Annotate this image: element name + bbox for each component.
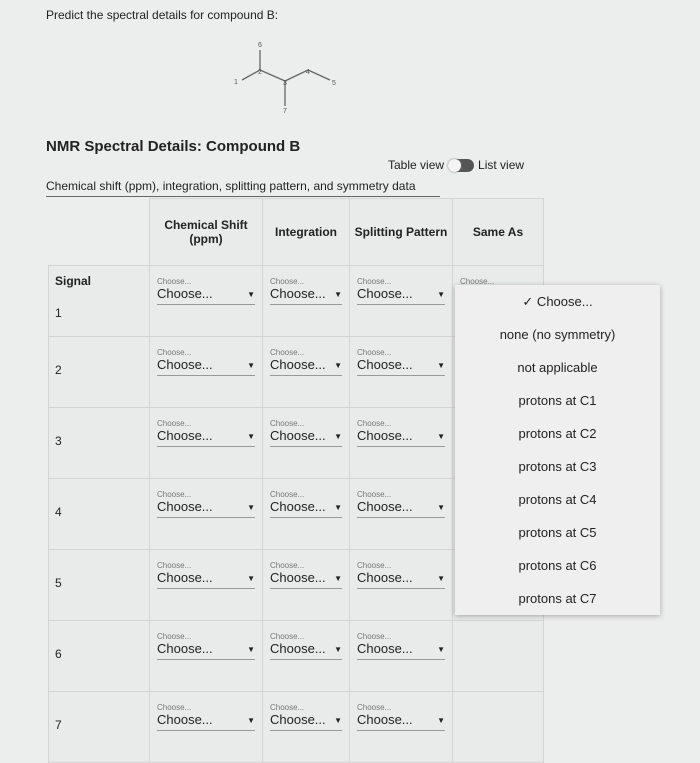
molecule-structure: 1 2 3 4 5 6 7 — [234, 42, 336, 113]
signal-cell: 7 — [48, 690, 150, 763]
chevron-down-icon: ▼ — [437, 715, 445, 725]
shift-select[interactable]: Choose... Choose... ▼ — [157, 348, 255, 376]
signal-number: 7 — [55, 717, 62, 732]
menu-option[interactable]: protons at C2 — [455, 417, 660, 450]
splitting-select[interactable]: Choose... Choose... ▼ — [357, 419, 445, 447]
menu-option[interactable]: protons at C4 — [455, 483, 660, 516]
atom-label: 3 — [283, 80, 287, 87]
integration-select[interactable]: Choose... Choose... ▼ — [270, 277, 342, 305]
header-shift: Chemical Shift (ppm) — [149, 198, 263, 266]
chevron-down-icon: ▼ — [247, 502, 255, 512]
question-prompt: Predict the spectral details for compoun… — [46, 8, 279, 22]
menu-option[interactable]: protons at C3 — [455, 450, 660, 483]
splitting-select[interactable]: Choose... Choose... ▼ — [357, 561, 445, 589]
chevron-down-icon: ▼ — [247, 289, 255, 299]
table-caption: Chemical shift (ppm), integration, split… — [46, 179, 440, 197]
shift-select[interactable]: Choose... Choose... ▼ — [157, 561, 255, 589]
view-toggle[interactable]: Table view List view — [388, 158, 524, 172]
chevron-down-icon: ▼ — [437, 360, 445, 370]
integration-select[interactable]: Choose... Choose... ▼ — [270, 490, 342, 518]
signal-header: Signal — [55, 273, 92, 288]
shift-select[interactable]: Choose... Choose... ▼ — [157, 703, 255, 731]
chevron-down-icon: ▼ — [437, 573, 445, 583]
signal-cell: Signal 1 — [48, 264, 150, 337]
menu-option[interactable]: not applicable — [455, 351, 660, 384]
signal-cell: 5 — [48, 548, 150, 621]
menu-option[interactable]: protons at C5 — [455, 516, 660, 549]
atom-label: 4 — [306, 69, 310, 76]
menu-option[interactable]: none (no symmetry) — [455, 318, 660, 351]
table-view-label: Table view — [388, 158, 445, 172]
atom-label: 1 — [234, 79, 238, 86]
header-same-as: Same As — [452, 198, 544, 266]
splitting-select[interactable]: Choose... Choose... ▼ — [357, 490, 445, 518]
menu-option[interactable]: ✓ Choose... — [455, 285, 660, 318]
shift-select[interactable]: Choose... Choose... ▼ — [157, 419, 255, 447]
chevron-down-icon: ▼ — [334, 502, 342, 512]
list-view-label: List view — [478, 158, 525, 172]
menu-option[interactable]: protons at C7 — [455, 582, 660, 615]
shift-select[interactable]: Choose... Choose... ▼ — [157, 277, 255, 305]
chevron-down-icon: ▼ — [247, 644, 255, 654]
chevron-down-icon: ▼ — [247, 715, 255, 725]
integration-select[interactable]: Choose... Choose... ▼ — [270, 703, 342, 731]
signal-number: 2 — [55, 362, 62, 377]
chevron-down-icon: ▼ — [334, 644, 342, 654]
chevron-down-icon: ▼ — [334, 360, 342, 370]
signal-number: 3 — [55, 433, 62, 448]
menu-option[interactable]: protons at C1 — [455, 384, 660, 417]
atom-label: 5 — [332, 80, 336, 87]
chevron-down-icon: ▼ — [334, 289, 342, 299]
signal-cell: 2 — [48, 335, 150, 408]
chevron-down-icon: ▼ — [437, 289, 445, 299]
chevron-down-icon: ▼ — [247, 431, 255, 441]
atom-label: 7 — [283, 108, 287, 113]
splitting-select[interactable]: Choose... Choose... ▼ — [357, 348, 445, 376]
integration-select[interactable]: Choose... Choose... ▼ — [270, 561, 342, 589]
integration-select[interactable]: Choose... Choose... ▼ — [270, 348, 342, 376]
signal-number: 1 — [55, 305, 62, 320]
same-as-cell — [452, 690, 544, 763]
signal-number: 5 — [55, 575, 62, 590]
header-integration: Integration — [262, 198, 350, 266]
signal-cell: 3 — [48, 406, 150, 479]
chevron-down-icon: ▼ — [247, 573, 255, 583]
table-row: 7 Choose... Choose... ▼ Choose... Choose... ▼ C… — [48, 690, 544, 763]
shift-select[interactable]: Choose... Choose... ▼ — [157, 490, 255, 518]
signal-cell: 6 — [48, 619, 150, 692]
section-title: NMR Spectral Details: Compound B — [46, 138, 301, 155]
chevron-down-icon: ▼ — [334, 573, 342, 583]
menu-option[interactable]: protons at C6 — [455, 549, 660, 582]
signal-number: 6 — [55, 646, 62, 661]
integration-select[interactable]: Choose... Choose... ▼ — [270, 419, 342, 447]
atom-label: 2 — [258, 69, 262, 76]
chevron-down-icon: ▼ — [247, 360, 255, 370]
splitting-select[interactable]: Choose... Choose... ▼ — [357, 277, 445, 305]
chevron-down-icon: ▼ — [437, 431, 445, 441]
chevron-down-icon: ▼ — [437, 502, 445, 512]
chevron-down-icon: ▼ — [437, 644, 445, 654]
same-as-dropdown-menu: ✓ Choose... none (no symmetry) not applica… — [455, 285, 660, 615]
chevron-down-icon: ▼ — [334, 715, 342, 725]
signal-number: 4 — [55, 504, 62, 519]
header-splitting: Splitting Pattern — [349, 198, 453, 266]
same-as-cell — [452, 619, 544, 692]
signal-cell: 4 — [48, 477, 150, 550]
view-switch[interactable] — [448, 158, 475, 172]
chevron-down-icon: ▼ — [334, 431, 342, 441]
table-row: 6 Choose... Choose... ▼ Choose... Choose... ▼ C… — [48, 619, 544, 692]
splitting-select[interactable]: Choose... Choose... ▼ — [357, 703, 445, 731]
atom-label: 6 — [258, 42, 262, 49]
